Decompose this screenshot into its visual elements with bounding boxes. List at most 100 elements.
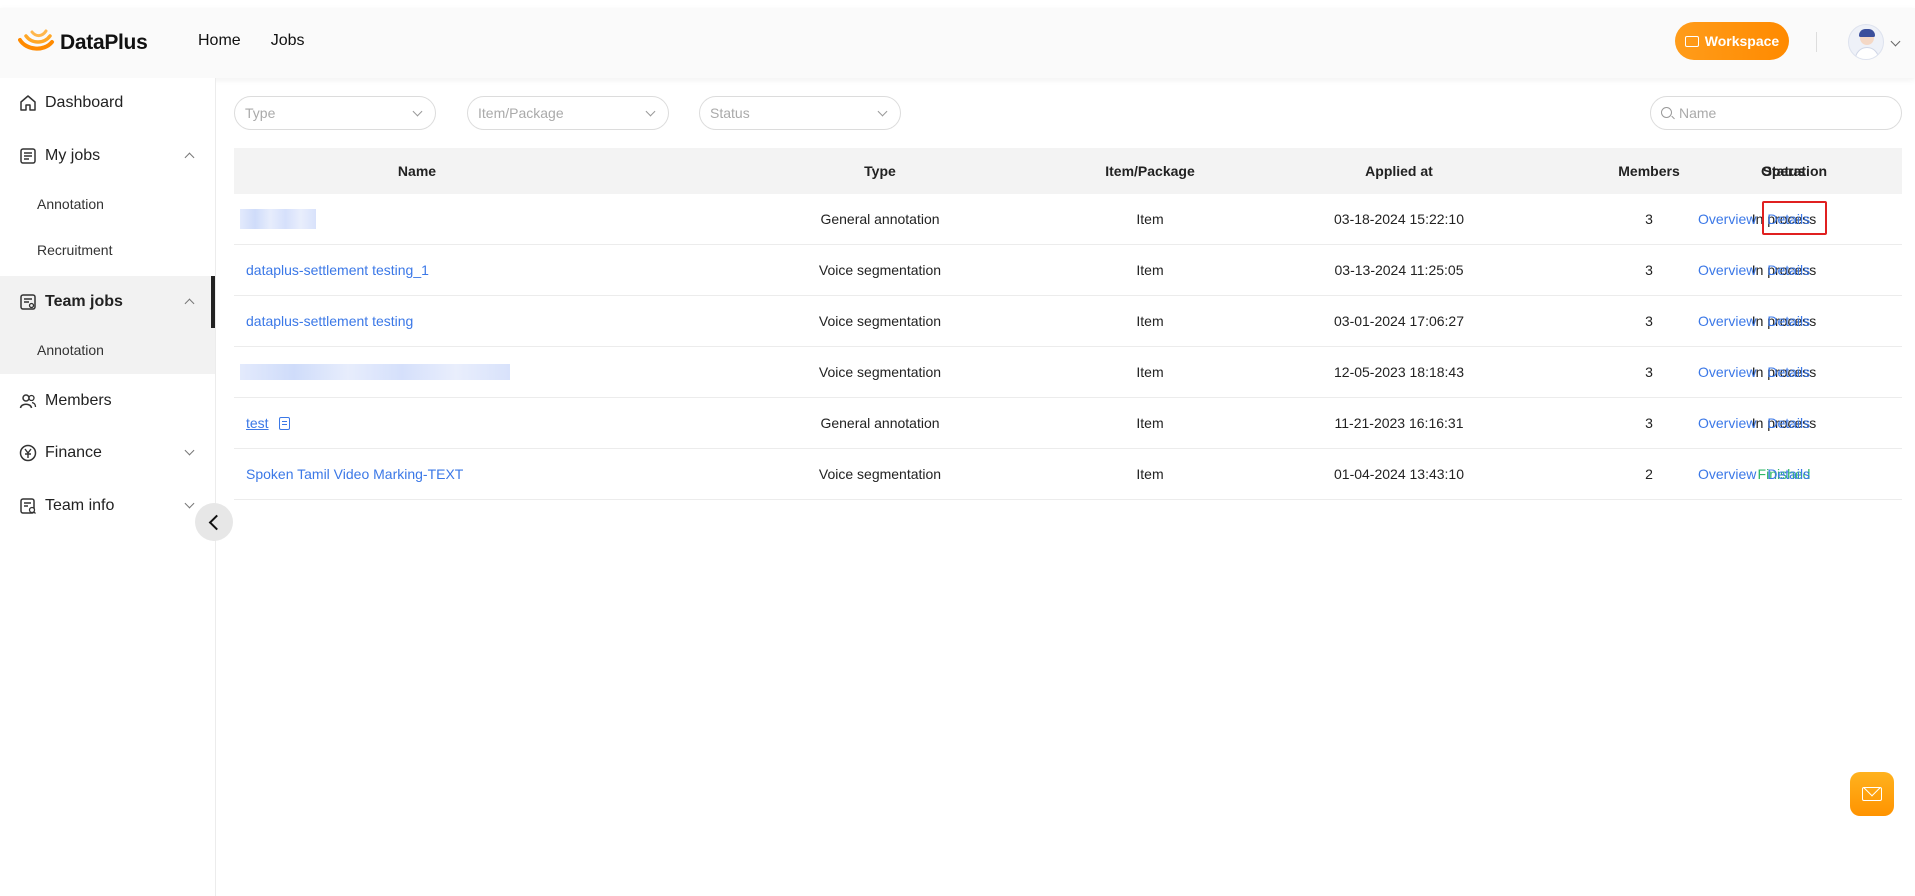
sidebar-label-dashboard: Dashboard [45, 94, 124, 111]
sidebar-item-dashboard[interactable]: Dashboard [0, 90, 215, 116]
col-type: Type [864, 163, 896, 179]
workspace-icon [1684, 35, 1699, 47]
row-name-link[interactable]: dataplus-settlement testing [246, 313, 413, 329]
row-name-link[interactable]: test [246, 415, 269, 431]
jobs-list-icon [19, 147, 37, 165]
details-link[interactable]: Details [1767, 466, 1810, 482]
row-applied: 11-21-2023 16:16:31 [1334, 415, 1464, 431]
row-applied: 03-13-2024 11:25:05 [1334, 262, 1464, 278]
team-jobs-icon [19, 293, 37, 311]
chevron-up-icon [184, 298, 195, 309]
avatar-hair [1859, 29, 1875, 37]
row-name[interactable]: dataplus-settlement testing_1 [234, 245, 600, 295]
row-operations: Overview Details [1698, 296, 1810, 346]
nav-jobs[interactable]: Jobs [271, 32, 305, 50]
table-row: dataplus-settlement testing Voice segmen… [234, 296, 1902, 347]
row-name[interactable]: Spoken Tamil Video Marking-TEXT [234, 449, 600, 499]
table-row: test General annotation Item 11-21-2023 … [234, 398, 1902, 449]
row-applied: 03-01-2024 17:06:27 [1334, 313, 1464, 329]
col-name: Name [397, 163, 437, 179]
brand-name: DataPlus [60, 31, 148, 54]
row-operations: Overview Details [1698, 449, 1810, 499]
sidebar-label-team-jobs: Team jobs [45, 293, 123, 310]
name-search-input[interactable] [1679, 103, 1889, 123]
nav-home[interactable]: Home [198, 32, 241, 50]
overview-link[interactable]: Overview [1698, 211, 1756, 227]
row-members: 2 [1645, 466, 1653, 482]
sidebar-label-finance: Finance [45, 444, 102, 461]
chevron-down-icon [184, 498, 195, 509]
details-link[interactable]: Details [1767, 415, 1810, 431]
sidebar-item-team-jobs[interactable]: Team jobs [0, 289, 215, 315]
row-type: Voice segmentation [818, 364, 942, 380]
row-name[interactable] [234, 347, 600, 397]
row-type: Voice segmentation [818, 466, 942, 482]
table-row: Spoken Tamil Video Marking-TEXT Voice se… [234, 449, 1902, 500]
row-type: General annotation [820, 211, 940, 227]
sidebar-item-members[interactable]: Members [0, 388, 215, 414]
row-item: Item [1136, 415, 1164, 431]
row-members: 3 [1645, 313, 1653, 329]
mail-icon [1862, 787, 1882, 801]
brand-logo[interactable]: DataPlus [18, 28, 148, 58]
row-operations: Overview Details [1698, 398, 1810, 448]
status-filter[interactable]: Status [699, 96, 901, 130]
sidebar-item-my-jobs[interactable]: My jobs [0, 143, 215, 169]
team-jobs-table: Name Type Item/Package Applied at Member… [234, 148, 1902, 500]
sidebar-label-my-jobs: My jobs [45, 147, 101, 164]
details-link[interactable]: Details [1767, 262, 1810, 278]
row-type: Voice segmentation [818, 262, 942, 278]
user-avatar[interactable] [1848, 24, 1884, 60]
workspace-button[interactable]: Workspace [1675, 22, 1789, 60]
overview-link[interactable]: Overview [1698, 262, 1756, 278]
sidebar-sub-annotation[interactable]: Annotation [37, 196, 104, 212]
table-row: dataplus-settlement testing_1 Voice segm… [234, 245, 1902, 296]
redacted-name [240, 209, 316, 229]
search-icon [1661, 107, 1672, 118]
row-name[interactable] [234, 194, 600, 244]
details-link[interactable]: Details [1767, 313, 1810, 329]
row-operations: Overview Details [1698, 245, 1810, 295]
row-applied: 01-04-2024 13:43:10 [1334, 466, 1464, 482]
row-item: Item [1136, 313, 1164, 329]
sidebar-label-members: Members [45, 392, 112, 409]
sidebar-sub-team-annotation[interactable]: Annotation [37, 342, 104, 358]
col-applied-at: Applied at [1365, 163, 1433, 179]
sidebar-collapse-button[interactable] [195, 503, 233, 541]
details-link[interactable]: Details [1767, 364, 1810, 380]
overview-link[interactable]: Overview [1698, 466, 1756, 482]
sidebar-item-team-info[interactable]: Team info [0, 493, 215, 519]
overview-link[interactable]: Overview [1698, 364, 1756, 380]
type-filter[interactable]: Type [234, 96, 436, 130]
overview-link[interactable]: Overview [1698, 313, 1756, 329]
table-row: Voice segmentation Item 12-05-2023 18:18… [234, 347, 1902, 398]
sidebar-item-finance[interactable]: Finance [0, 440, 215, 466]
row-members: 3 [1645, 364, 1653, 380]
row-members: 3 [1645, 415, 1653, 431]
row-applied: 12-05-2023 18:18:43 [1334, 364, 1464, 380]
overview-link[interactable]: Overview [1698, 415, 1756, 431]
row-members: 3 [1645, 211, 1653, 227]
table-header: Name Type Item/Package Applied at Member… [234, 148, 1902, 194]
message-button[interactable] [1850, 772, 1894, 816]
team-info-icon [19, 497, 37, 515]
type-filter-placeholder: Type [245, 105, 276, 121]
workspace-label: Workspace [1704, 33, 1780, 49]
sidebar-sub-recruitment[interactable]: Recruitment [37, 242, 112, 258]
row-name-link[interactable]: dataplus-settlement testing_1 [246, 262, 429, 278]
home-icon [19, 94, 37, 112]
item-package-filter[interactable]: Item/Package [467, 96, 669, 130]
row-name-link[interactable]: Spoken Tamil Video Marking-TEXT [246, 466, 463, 482]
chevron-down-icon [877, 106, 888, 117]
copy-icon[interactable] [278, 416, 290, 430]
chevron-down-icon[interactable] [1890, 36, 1901, 47]
header-divider [1816, 32, 1817, 52]
avatar-body [1855, 47, 1879, 59]
top-header: DataPlus Home Jobs Workspace [0, 8, 1915, 78]
name-search[interactable] [1650, 96, 1902, 130]
row-item: Item [1136, 211, 1164, 227]
dataplus-logo-icon [18, 28, 56, 58]
row-name[interactable]: test [234, 398, 600, 448]
sidebar-label-team-info: Team info [45, 497, 115, 514]
row-name[interactable]: dataplus-settlement testing [234, 296, 600, 346]
